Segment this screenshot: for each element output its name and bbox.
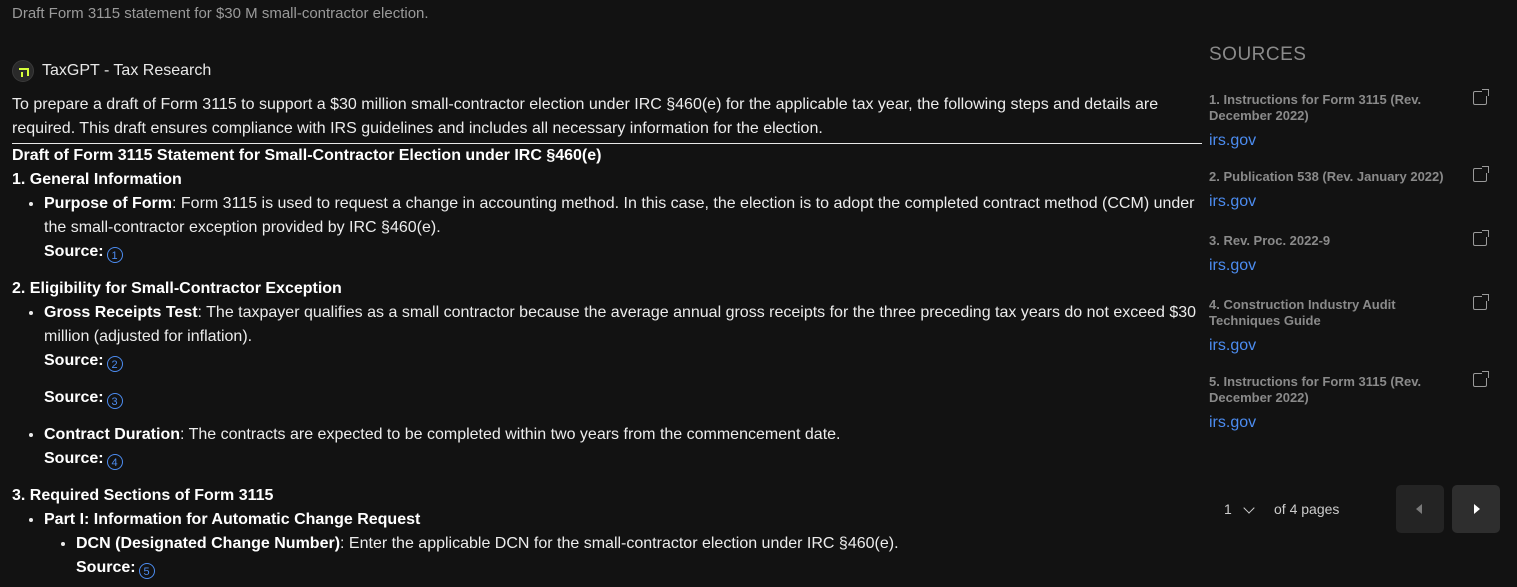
citation-badge[interactable]: 4 [106,454,123,470]
source-link[interactable]: irs.gov [1209,132,1499,150]
source-line: Source: 3 [44,386,1202,410]
external-link-icon[interactable] [1473,294,1489,310]
list-item: DCN (Designated Change Number): Enter th… [76,532,1202,580]
section-heading: 2. Eligibility for Small-Contractor Exce… [12,280,342,297]
source-title: 3. Rev. Proc. 2022-9 [1209,233,1331,248]
sources-title: SOURCES [1209,44,1307,65]
source-item[interactable]: 3. Rev. Proc. 2022-9 irs.gov [1209,230,1499,275]
item-term: Purpose of Form [44,195,173,212]
source-link[interactable]: irs.gov [1209,193,1499,211]
user-query: Draft Form 3115 statement for $30 M smal… [12,5,429,22]
page-count: of 4 pages [1274,501,1340,517]
citation-badge[interactable]: 1 [106,247,123,263]
source-link[interactable]: irs.gov [1209,414,1499,432]
next-page-button[interactable] [1452,485,1500,533]
item-term: Part I: Information for Automatic Change… [44,511,421,528]
chevron-down-icon[interactable] [1243,502,1255,514]
list-item: Part I: Information for Automatic Change… [44,508,1202,580]
pagination: 1 of 4 pages [1209,485,1500,533]
citation-badge[interactable]: 3 [106,393,123,409]
source-link[interactable]: irs.gov [1209,337,1499,355]
item-text: : The taxpayer qualifies as a small cont… [44,304,1197,345]
external-link-icon[interactable] [1473,371,1489,387]
source-line: Source: 5 [76,556,1202,580]
draft-title: Draft of Form 3115 Statement for Small-C… [12,147,602,164]
source-title: 2. Publication 538 (Rev. January 2022) [1209,169,1444,184]
source-item[interactable]: 5. Instructions for Form 3115 (Rev. Dece… [1209,371,1499,432]
source-item[interactable]: 4. Construction Industry Audit Technique… [1209,294,1499,355]
item-text: : Form 3115 is used to request a change … [44,195,1195,236]
list-item: Purpose of Form: Form 3115 is used to re… [44,192,1202,264]
source-title: 4. Construction Industry Audit Technique… [1209,297,1396,328]
item-term: Contract Duration [44,426,180,443]
arrow-left-icon [1416,504,1422,514]
assistant-name: TaxGPT - Tax Research [42,62,212,79]
answer-intro: To prepare a draft of Form 3115 to suppo… [12,93,1202,144]
section-list: Gross Receipts Test: The taxpayer qualif… [12,301,1202,410]
source-line: Source: 1 [44,240,1202,264]
section-list: Contract Duration: The contracts are exp… [12,423,1202,471]
item-text: : Enter the applicable DCN for the small… [340,535,899,552]
list-item: Gross Receipts Test: The taxpayer qualif… [44,301,1202,410]
sources-panel: SOURCES 1. Instructions for Form 3115 (R… [1209,44,1499,431]
taxgpt-logo-icon [12,60,34,82]
source-item[interactable]: 2. Publication 538 (Rev. January 2022) i… [1209,166,1499,211]
section-heading: 1. General Information [12,171,182,188]
list-item: Contract Duration: The contracts are exp… [44,423,1202,471]
external-link-icon[interactable] [1473,89,1489,105]
source-line: Source: 2 [44,349,1202,373]
external-link-icon[interactable] [1473,230,1489,246]
nested-list: DCN (Designated Change Number): Enter th… [44,532,1202,580]
source-title: 5. Instructions for Form 3115 (Rev. Dece… [1209,374,1422,405]
item-term: DCN (Designated Change Number) [76,535,341,552]
external-link-icon[interactable] [1473,166,1489,182]
source-line: Source: 4 [44,447,1202,471]
arrow-right-icon [1474,504,1480,514]
previous-page-button[interactable] [1396,485,1444,533]
assistant-header: TaxGPT - Tax Research [12,60,1202,82]
section-heading: 3. Required Sections of Form 3115 [12,487,274,504]
source-title: 1. Instructions for Form 3115 (Rev. Dece… [1209,92,1422,123]
section-list: Part I: Information for Automatic Change… [12,508,1202,580]
citation-badge[interactable]: 5 [138,563,155,579]
item-term: Gross Receipts Test [44,304,198,321]
page-select[interactable]: 1 [1224,501,1232,517]
item-text: : The contracts are expected to be compl… [180,426,841,443]
source-link[interactable]: irs.gov [1209,257,1499,275]
source-item[interactable]: 1. Instructions for Form 3115 (Rev. Dece… [1209,89,1499,150]
answer-panel: TaxGPT - Tax Research To prepare a draft… [12,60,1202,580]
citation-badge[interactable]: 2 [106,356,123,372]
section-list: Purpose of Form: Form 3115 is used to re… [12,192,1202,264]
